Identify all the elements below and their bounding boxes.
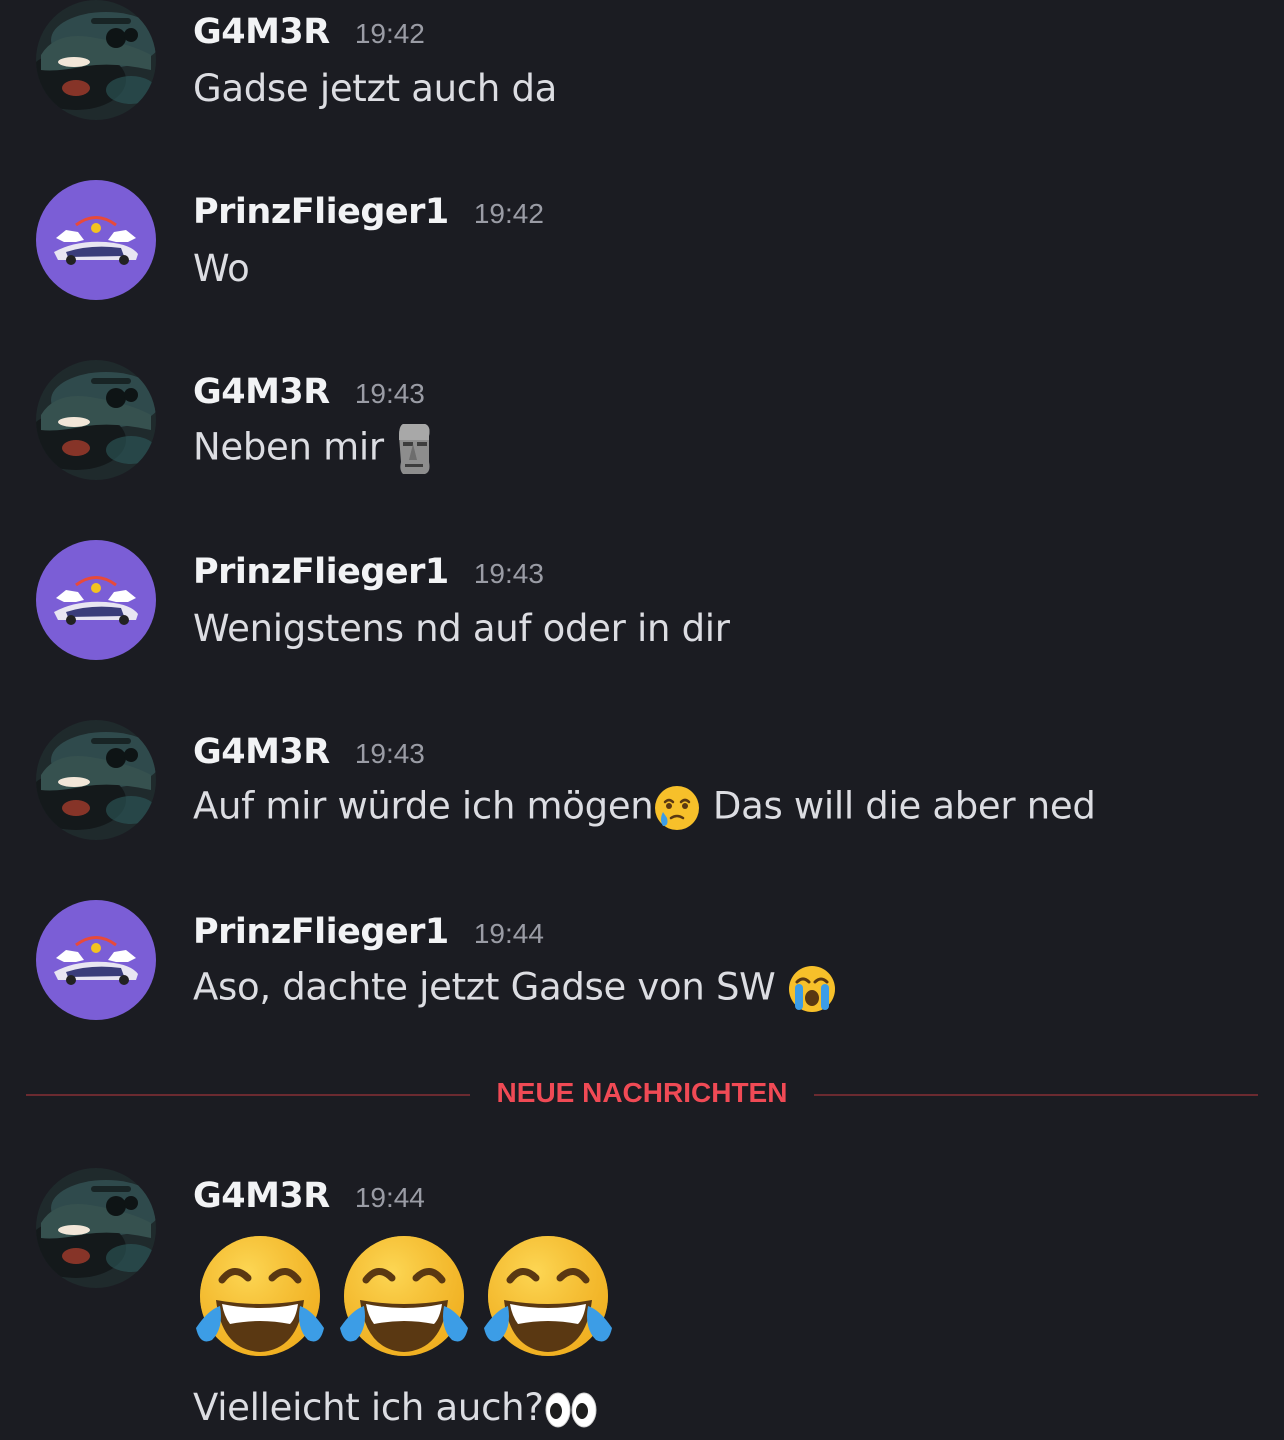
redbull-avatar-icon [36, 900, 156, 1020]
car-avatar-icon [36, 1168, 156, 1288]
message-item[interactable]: G4M3R 19:42 Gadse jetzt auch da [0, 0, 1284, 140]
message-text: Aso, dachte jetzt Gadse von SW [193, 964, 837, 1014]
face-with-tears-of-joy-icon [190, 1228, 330, 1368]
divider-line-left [26, 1094, 470, 1096]
message-item[interactable]: PrinzFlieger1 19:42 Wo [0, 180, 1284, 320]
user-avatar[interactable] [36, 360, 156, 480]
user-avatar[interactable] [36, 180, 156, 300]
user-avatar[interactable] [36, 540, 156, 660]
message-item[interactable]: PrinzFlieger1 19:43 Wenigstens nd auf od… [0, 540, 1284, 680]
message-text: Wo [193, 247, 250, 290]
message-timestamp: 19:44 [473, 918, 544, 949]
message-author[interactable]: PrinzFlieger1 [193, 912, 449, 952]
eyes-emoji-icon [544, 1390, 598, 1430]
message-author[interactable]: G4M3R [193, 732, 330, 772]
message-text-content: Aso, dachte jetzt Gadse von SW [193, 965, 787, 1009]
message-text: Wenigstens nd auf oder in dir [193, 607, 730, 650]
face-holding-back-tears-emoji-icon [653, 784, 701, 832]
loudly-crying-face-emoji-icon [787, 964, 837, 1014]
message-timestamp: 19:43 [354, 738, 425, 769]
message-text-after: Das will die aber ned [701, 784, 1096, 828]
new-messages-label: NEUE NACHRICHTEN [496, 1077, 788, 1108]
user-avatar[interactable] [36, 1168, 156, 1288]
message-timestamp: 19:43 [354, 378, 425, 409]
user-avatar[interactable] [36, 0, 156, 120]
car-avatar-icon [36, 360, 156, 480]
message-timestamp: 19:42 [473, 198, 544, 229]
message-feed[interactable]: G4M3R 19:42 Gadse jetzt auch da PrinzFli… [0, 0, 1284, 1440]
message-text: Vielleicht ich auch? [193, 1386, 598, 1430]
face-with-tears-of-joy-icon [478, 1228, 618, 1368]
message-item[interactable]: G4M3R 19:44 Vielleicht ich auch? [0, 1168, 1284, 1440]
message-text-content: Vielleicht ich auch? [193, 1386, 544, 1429]
message-text-content: Neben mir [193, 425, 396, 469]
message-author[interactable]: G4M3R [193, 12, 330, 52]
message-text: Neben mir [193, 422, 433, 476]
message-author[interactable]: PrinzFlieger1 [193, 192, 449, 232]
user-avatar[interactable] [36, 900, 156, 1020]
message-text-before: Auf mir würde ich mögen [193, 784, 654, 828]
message-item[interactable]: PrinzFlieger1 19:44 Aso, dachte jetzt Ga… [0, 900, 1284, 1040]
message-text: Gadse jetzt auch da [193, 67, 558, 110]
message-timestamp: 19:42 [354, 18, 425, 49]
message-timestamp: 19:43 [473, 558, 544, 589]
redbull-avatar-icon [36, 180, 156, 300]
divider-line-right [814, 1094, 1258, 1096]
message-text: Auf mir würde ich mögen Das will die abe… [193, 784, 1096, 832]
moai-emoji-icon [395, 422, 433, 476]
face-with-tears-of-joy-icon [334, 1228, 474, 1368]
message-item[interactable]: G4M3R 19:43 Auf mir würde ich mögen Das … [0, 720, 1284, 860]
new-messages-divider: NEUE NACHRICHTEN [0, 1075, 1284, 1115]
car-avatar-icon [36, 720, 156, 840]
message-item[interactable]: G4M3R 19:43 Neben mir [0, 360, 1284, 500]
message-author[interactable]: G4M3R [193, 1176, 330, 1216]
message-author[interactable]: PrinzFlieger1 [193, 552, 449, 592]
redbull-avatar-icon [36, 540, 156, 660]
user-avatar[interactable] [36, 720, 156, 840]
car-avatar-icon [36, 0, 156, 120]
message-author[interactable]: G4M3R [193, 372, 330, 412]
jumbo-emoji-row [190, 1228, 618, 1368]
message-timestamp: 19:44 [354, 1182, 425, 1213]
